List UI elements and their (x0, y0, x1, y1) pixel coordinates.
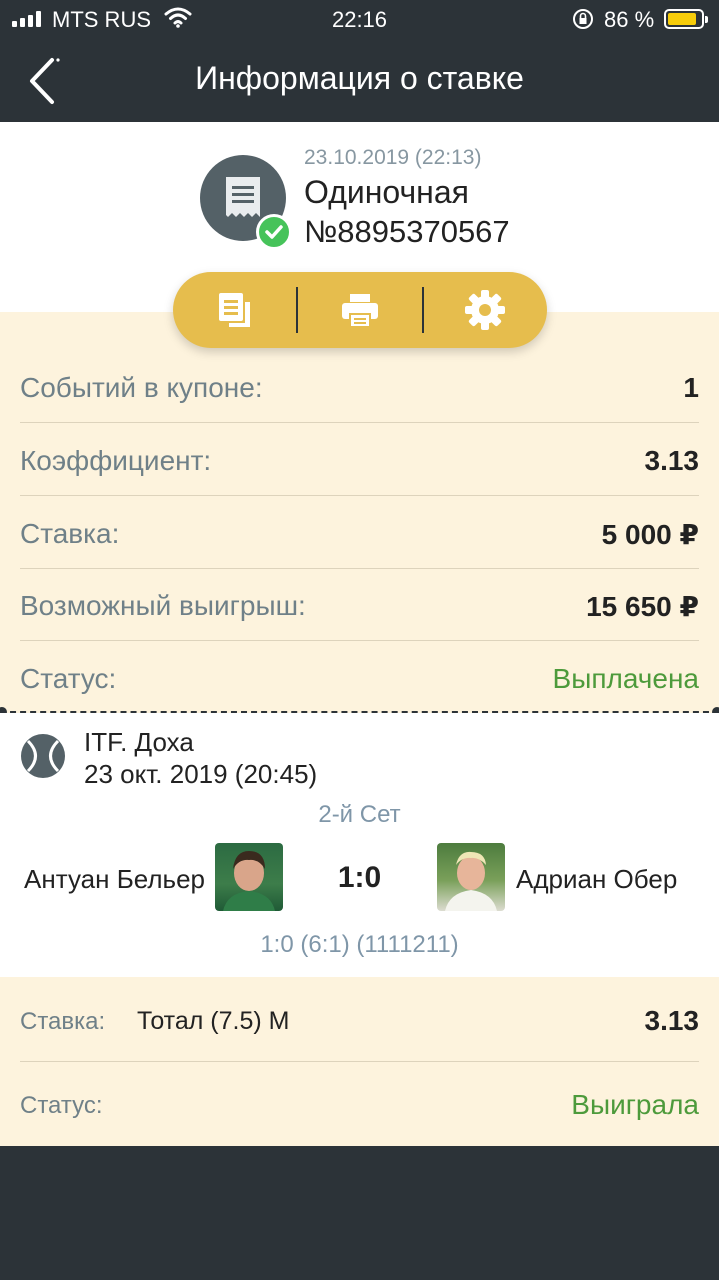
bet-date: 23.10.2019 (22:13) (304, 146, 482, 169)
status-label: Статус: (20, 663, 117, 694)
events-value: 1 (683, 372, 699, 403)
coefficient-label: Коэффициент: (20, 445, 212, 476)
bet-summary: Событий в купоне: 1 Коэффициент: 3.13 Ст… (0, 312, 719, 713)
player-away-name: Адриан Обер (516, 864, 678, 894)
rotation-lock-icon (572, 8, 594, 36)
status-bar: MTS RUS 22:16 86 % (0, 0, 719, 40)
summary-row-stake: Ставка: 5 000 ₽ (20, 496, 699, 569)
stake-value: 5 000 ₽ (601, 519, 699, 550)
bottom-area (0, 1146, 719, 1280)
print-button[interactable] (298, 272, 421, 348)
page-title: Информация о ставке (195, 60, 524, 96)
summary-row-coefficient: Коэффициент: 3.13 (20, 423, 699, 496)
bet-status-label: Статус: (20, 1092, 103, 1119)
event-card: ITF. Доха 23 окт. 2019 (20:45) 2-й Сет А… (0, 713, 719, 977)
copy-button[interactable] (173, 272, 296, 348)
settings-button[interactable] (424, 272, 547, 348)
bet-row-status: Статус: Выиграла (20, 1062, 699, 1146)
player-away-photo (437, 843, 505, 911)
gear-icon (465, 290, 506, 330)
tennis-ball-icon (20, 733, 66, 779)
bet-outcome: Тотал (7.5) М (137, 1007, 290, 1035)
bet-actions (173, 272, 547, 348)
event-date: 23 окт. 2019 (20:45) (84, 759, 318, 789)
bet-stake-label: Ставка: (20, 1008, 106, 1035)
bet-row-stake: Ставка: Тотал (7.5) М 3.13 (20, 977, 699, 1061)
events-label: Событий в купоне: (20, 372, 263, 403)
coefficient-value: 3.13 (644, 445, 700, 476)
tournament-name: ITF. Доха (84, 727, 194, 757)
nav-bar: Информация о ставке (0, 40, 719, 122)
check-icon (256, 214, 292, 250)
printer-icon (341, 294, 378, 328)
bet-number: №8895370567 (304, 214, 510, 249)
battery-percent: 86 % (604, 7, 655, 32)
summary-row-events: Событий в купоне: 1 (20, 350, 699, 423)
winnings-label: Возможный выигрыш: (20, 590, 306, 621)
bet-coefficient: 3.13 (644, 1005, 700, 1036)
battery-icon (664, 9, 708, 29)
bet-status-value: Выиграла (571, 1089, 699, 1120)
summary-row-winnings: Возможный выигрыш: 15 650 ₽ (20, 568, 699, 641)
winnings-value: 15 650 ₽ (586, 591, 699, 622)
bet-details: Ставка: Тотал (7.5) М 3.13 Статус: Выигр… (0, 977, 719, 1146)
set-label: 2-й Сет (318, 801, 401, 828)
score-detail: 1:0 (6:1) (1111211) (260, 931, 459, 958)
bet-type: Одиночная (304, 174, 469, 210)
stake-label: Ставка: (20, 518, 120, 549)
copy-document-icon (218, 293, 250, 327)
status-value: Выплачена (552, 663, 699, 694)
summary-row-status: Статус: Выплачена (20, 641, 699, 714)
